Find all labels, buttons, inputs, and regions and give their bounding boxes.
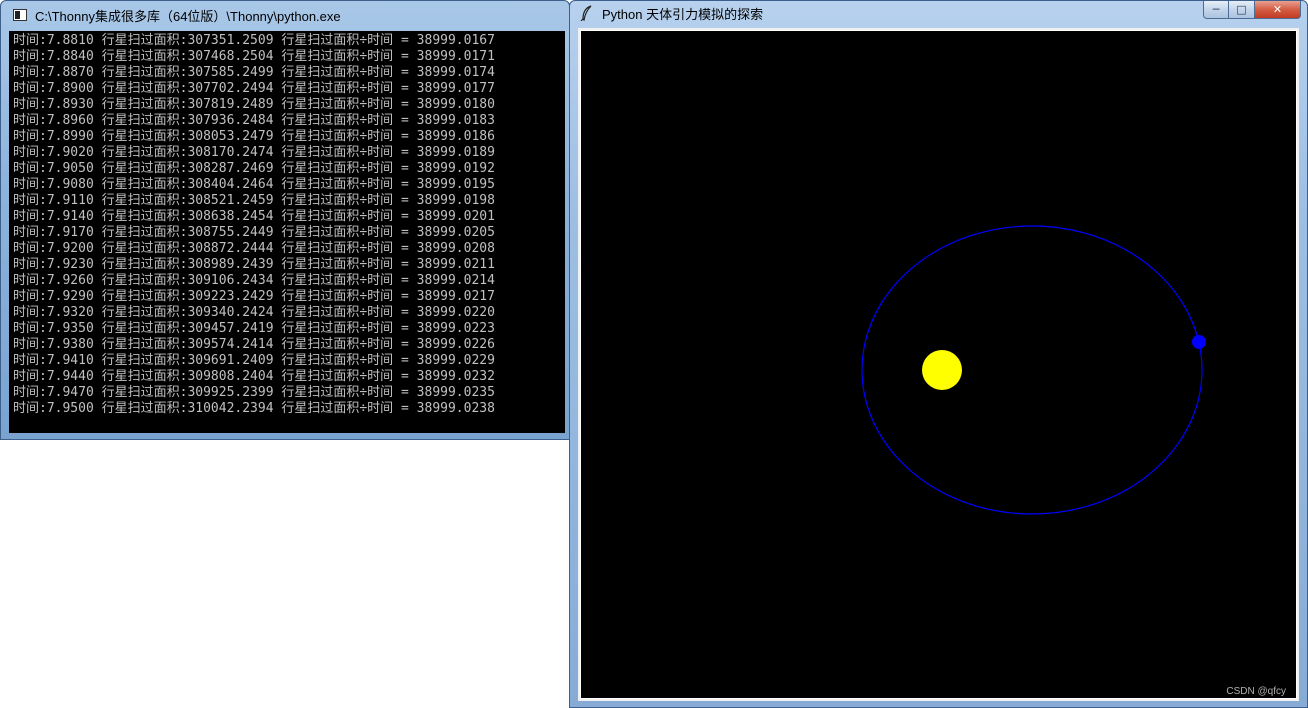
console-line: 时间:7.9050 行星扫过面积:308287.2469 行星扫过面积÷时间 =… [13,161,495,176]
watermark: CSDN @qfcy [1226,686,1286,697]
simulation-titlebar[interactable]: Python 天体引力模拟的探索 [570,1,1307,25]
console-line: 时间:7.9290 行星扫过面积:309223.2429 行星扫过面积÷时间 =… [13,289,495,304]
console-app-icon [13,9,27,21]
console-title: C:\Thonny集成很多库（64位版）\Thonny\python.exe [35,8,341,24]
close-icon: ✕ [1272,3,1283,16]
console-line: 时间:7.9500 行星扫过面积:310042.2394 行星扫过面积÷时间 =… [13,401,495,416]
console-line: 时间:7.9200 行星扫过面积:308872.2444 行星扫过面积÷时间 =… [13,241,495,256]
console-line: 时间:7.9110 行星扫过面积:308521.2459 行星扫过面积÷时间 =… [13,193,495,208]
console-line: 时间:7.9230 行星扫过面积:308989.2439 行星扫过面积÷时间 =… [13,257,495,272]
console-line: 时间:7.9140 行星扫过面积:308638.2454 行星扫过面积÷时间 =… [13,209,495,224]
close-button[interactable]: ✕ [1255,1,1301,19]
maximize-icon: □ [1236,3,1247,16]
orbit-path [861,225,1203,515]
console-line: 时间:7.9350 行星扫过面积:309457.2419 行星扫过面积÷时间 =… [13,321,495,336]
minimize-icon: ─ [1212,3,1220,16]
simulation-window: Python 天体引力模拟的探索 ─ □ ✕ [569,0,1308,708]
console-titlebar[interactable]: C:\Thonny集成很多库（64位版）\Thonny\python.exe [1,1,569,29]
window-controls: ─ □ ✕ [1203,1,1301,19]
console-line: 时间:7.9170 行星扫过面积:308755.2449 行星扫过面积÷时间 =… [13,225,495,240]
console-line: 时间:7.9320 行星扫过面积:309340.2424 行星扫过面积÷时间 =… [13,305,495,320]
console-line: 时间:7.9440 行星扫过面积:309808.2404 行星扫过面积÷时间 =… [13,369,495,384]
console-line: 时间:7.9260 行星扫过面积:309106.2434 行星扫过面积÷时间 =… [13,273,495,288]
sun [922,350,962,390]
console-line: 时间:7.8930 行星扫过面积:307819.2489 行星扫过面积÷时间 =… [13,97,495,112]
maximize-button[interactable]: □ [1229,1,1255,19]
console-line: 时间:7.9020 行星扫过面积:308170.2474 行星扫过面积÷时间 =… [13,145,495,160]
console-line: 时间:7.8810 行星扫过面积:307351.2509 行星扫过面积÷时间 =… [13,33,495,48]
console-line: 时间:7.8990 行星扫过面积:308053.2479 行星扫过面积÷时间 =… [13,129,495,144]
planet [1192,335,1206,349]
simulation-drawing [861,225,1206,515]
simulation-canvas[interactable] [580,30,1297,699]
console-line: 时间:7.9380 行星扫过面积:309574.2414 行星扫过面积÷时间 =… [13,337,495,352]
console-line: 时间:7.8960 行星扫过面积:307936.2484 行星扫过面积÷时间 =… [13,113,495,128]
feather-icon [580,5,592,21]
simulation-title: Python 天体引力模拟的探索 [602,6,764,22]
console-line: 时间:7.9470 行星扫过面积:309925.2399 行星扫过面积÷时间 =… [13,385,495,400]
console-line: 时间:7.9410 行星扫过面积:309691.2409 行星扫过面积÷时间 =… [13,353,495,368]
console-line: 时间:7.9080 行星扫过面积:308404.2464 行星扫过面积÷时间 =… [13,177,495,192]
console-line: 时间:7.8840 行星扫过面积:307468.2504 行星扫过面积÷时间 =… [13,49,495,64]
console-line: 时间:7.8870 行星扫过面积:307585.2499 行星扫过面积÷时间 =… [13,65,495,80]
console-line: 时间:7.8900 行星扫过面积:307702.2494 行星扫过面积÷时间 =… [13,81,495,96]
minimize-button[interactable]: ─ [1203,1,1229,19]
console-output[interactable]: 时间:7.8810 行星扫过面积:307351.2509 行星扫过面积÷时间 =… [9,31,565,433]
console-window: C:\Thonny集成很多库（64位版）\Thonny\python.exe 时… [0,0,570,440]
canvas-frame [578,28,1299,701]
